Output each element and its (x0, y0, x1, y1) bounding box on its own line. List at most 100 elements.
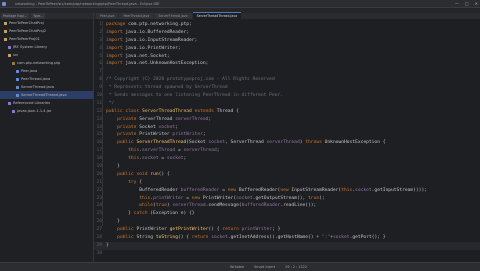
code-text: import java.io.InputStreamReader; (106, 37, 198, 43)
code-editor[interactable]: 1 package com.ptp.networking.ptp; 2 import … (94, 21, 480, 258)
code-line: 12 public class ServerThreadThread extend… (94, 108, 480, 116)
code-text: public String toString() { return socket… (117, 235, 386, 241)
tree-item-label: javax.json-1.1.4.jar (17, 109, 52, 113)
tree-item-label: Peer.java (21, 69, 38, 73)
close-button[interactable]: ✕ (475, 1, 478, 6)
code-text: this.socket = socket; (128, 156, 187, 162)
tree-item-label: com.ptp.networking.ptp (17, 61, 61, 65)
line-number: 29 (96, 242, 102, 248)
line-number: 27 (96, 227, 102, 233)
code-text: import java.net.UnknownHostException; (106, 61, 209, 67)
tree-item[interactable]: JRE System Library (0, 43, 93, 51)
library-icon (8, 45, 11, 49)
tree-item[interactable]: Peer.java (0, 67, 93, 75)
status-insert-mode: Smart Insert (254, 265, 276, 269)
line-number: 12 (96, 108, 102, 114)
tree-item[interactable]: ServerThread.java (0, 83, 93, 91)
code-text: } (106, 219, 120, 225)
tree-item-label: PeerThread.java (21, 77, 51, 81)
tree-item[interactable]: PeerToPeerChatProj2 (0, 27, 93, 35)
code-text: import java.io.BufferedReader; (106, 29, 189, 35)
tree-item-label: PeerToPeerProj01 (9, 37, 40, 41)
code-text: this.serverThread = serverThread; (128, 148, 220, 154)
folder-icon (4, 37, 7, 41)
code-text: import java.io.PrintWriter; (106, 45, 181, 51)
editor-tab[interactable]: Peer.java (96, 13, 119, 19)
line-number: 13 (96, 116, 102, 122)
code-text: public class ServerThreadThread extends … (106, 108, 239, 114)
code-line: 3 import java.io.InputStreamReader; (94, 37, 480, 45)
line-number: 24 (96, 203, 102, 209)
line-number: 2 (99, 29, 102, 35)
code-text: package com.ptp.networking.ptp; (106, 22, 192, 27)
tree-item[interactable]: com.ptp.networking.ptp (0, 59, 93, 67)
code-line: 26 } (94, 218, 480, 226)
code-line: 7 (94, 68, 480, 76)
tree-item-label: Referenced Libraries (13, 101, 51, 105)
tree-item[interactable]: PeerThread.java (0, 75, 93, 83)
tree-item[interactable]: Referenced Libraries (0, 99, 93, 107)
code-line: 9 * Represents thread spawned by ServerT… (94, 84, 480, 92)
line-number: 1 (99, 22, 102, 27)
status-cursor-position: 29 : 2 : 1322 (285, 265, 307, 269)
code-text: try { (128, 179, 142, 185)
code-line: 8 /* Copyright (C) 2020 prototypeproj.com… (94, 76, 480, 84)
code-line: 16 public ServerThreadThread(Socket sock… (94, 139, 480, 147)
tree-item-label: PeerToPeerChatProj (9, 21, 44, 25)
code-text: * Sends messages to one listening PeerTh… (106, 93, 284, 99)
minimize-button[interactable]: — (455, 1, 459, 6)
code-line: 28 public String toString() { return soc… (94, 234, 480, 242)
code-line: 22 BufferedReader bufferedReader = new B… (94, 187, 480, 195)
line-number: 11 (96, 100, 102, 106)
java-file-icon (16, 69, 19, 73)
code-line: 15 private PrintWriter printWriter; (94, 131, 480, 139)
java-file-icon (16, 77, 19, 81)
code-line: 18 this.socket = socket; (94, 155, 480, 163)
code-line: 20 public void run() { (94, 171, 480, 179)
line-number: 9 (99, 85, 102, 91)
line-number: 10 (96, 93, 102, 99)
editor-area: Peer.java PeerThread.java ServerThread.jav… (94, 12, 480, 262)
editor-tab[interactable]: PeerThread.java (119, 13, 154, 19)
line-number: 20 (96, 171, 102, 177)
library-icon (8, 101, 11, 105)
tree-item[interactable]: ServerThreadThread.java (0, 91, 93, 99)
line-number: 6 (99, 61, 102, 67)
code-line: 23 this.printWriter = new PrintWriter(so… (94, 195, 480, 203)
line-number: 25 (96, 211, 102, 217)
tree-item[interactable]: PeerToPeerChatProj (0, 19, 93, 27)
code-line: 2 import java.io.BufferedReader; (94, 29, 480, 37)
tree-item[interactable]: javax.json-1.1.4.jar (0, 107, 93, 115)
code-text: while(true) serverThread.sendMessage(buf… (139, 203, 317, 209)
tree-item[interactable]: PeerToPeerProj01 (0, 35, 93, 43)
tree-item-label: PeerToPeerChatProj2 (9, 29, 47, 33)
folder-icon (8, 53, 11, 57)
tree-item-label: src (13, 53, 19, 57)
code-text: /* Copyright (C) 2020 prototypeproj.com … (106, 77, 275, 83)
editor-tabs: Peer.java PeerThread.java ServerThread.jav… (94, 12, 480, 19)
project-tree: PeerToPeerChatProj PeerToPeerChatProj2 Pee… (0, 19, 93, 115)
code-text: private ServerThread serverThread; (117, 116, 212, 122)
tree-item[interactable]: src (0, 51, 93, 59)
window-controls: — □ ✕ (455, 1, 478, 6)
code-line: 13 private ServerThread serverThread; (94, 116, 480, 124)
code-line: 21 try { (94, 179, 480, 187)
tree-item-label: JRE System Library (13, 45, 48, 49)
code-text: } (106, 242, 109, 248)
editor-tab[interactable]: ServerThread.java (154, 13, 192, 19)
maximize-button[interactable]: □ (465, 1, 469, 6)
line-number: 19 (96, 164, 102, 170)
line-number: 14 (96, 124, 102, 130)
code-text: public PrintWriter getPrintWriter() { re… (117, 227, 281, 233)
code-line: 24 while(true) serverThread.sendMessage(… (94, 202, 480, 210)
code-text: public ServerThreadThread(Socket socket,… (117, 140, 386, 146)
code-text: private PrintWriter printWriter; (117, 132, 206, 138)
code-line: 27 public PrintWriter getPrintWriter() {… (94, 226, 480, 234)
code-line: 19 } (94, 163, 480, 171)
line-number: 16 (96, 140, 102, 146)
editor-tab[interactable]: ServerThreadThread.java (192, 12, 242, 19)
code-line: 25 } catch (Exception e) {} (94, 210, 480, 218)
code-line: 17 this.serverThread = serverThread; (94, 147, 480, 155)
